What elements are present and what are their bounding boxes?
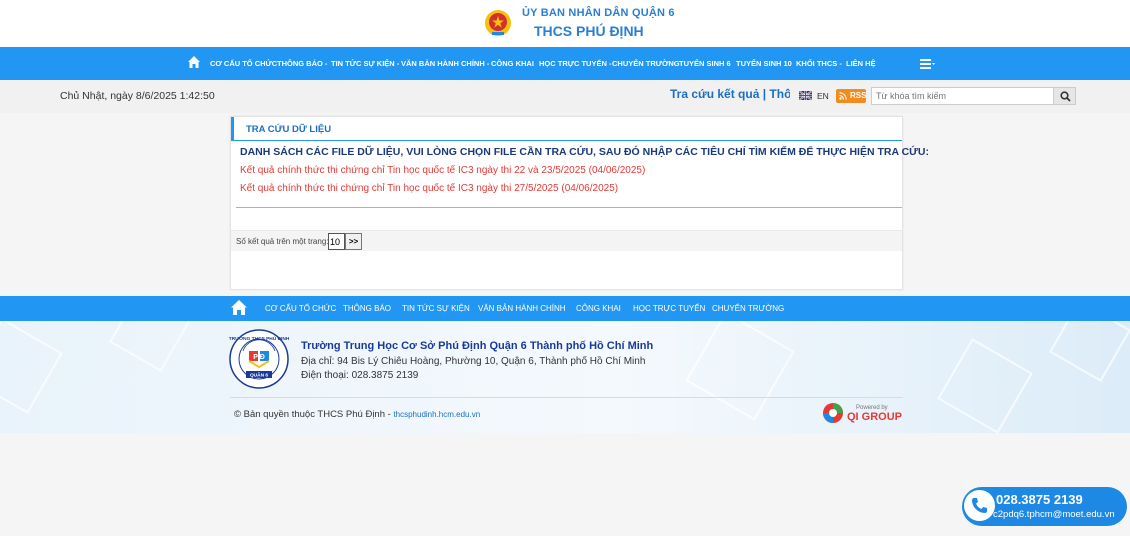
copyright: © Bản quyền thuộc THCS Phú Định - thcsph…: [234, 409, 480, 420]
nav-item-cong-khai[interactable]: CÔNG KHAI: [491, 59, 534, 68]
footer-nav-chuyen-truong[interactable]: CHUYỂN TRƯỜNG: [712, 304, 784, 313]
footer-nav: CƠ CẤU TỔ CHỨC THÔNG BÁO TIN TỨC SỰ KIỆN…: [0, 296, 1130, 321]
copyright-text: © Bản quyền thuộc THCS Phú Định -: [234, 409, 394, 420]
footer-nav-van-ban-hanh-chinh[interactable]: VĂN BẢN HÀNH CHÍNH: [478, 304, 566, 313]
vendor-name[interactable]: QI GROUP: [847, 411, 902, 423]
home-icon[interactable]: [230, 299, 248, 316]
results-per-page-label: Số kết quả trên một trang:: [236, 237, 329, 246]
rss-button[interactable]: RSS: [836, 89, 866, 103]
footer-nav-co-cau-to-chuc[interactable]: CƠ CẤU TỔ CHỨC: [265, 304, 336, 313]
info-bar: Chủ Nhật, ngày 8/6/2025 1:42:50 Tra cứu …: [0, 80, 1130, 113]
org-name: ỦY BAN NHÂN DÂN QUẬN 6: [522, 7, 675, 19]
search-button[interactable]: [1053, 87, 1076, 105]
search-input[interactable]: [871, 87, 1054, 105]
file-link-ic3-27[interactable]: Kết quả chính thức thi chứng chỉ Tin học…: [240, 183, 618, 194]
language-en-link[interactable]: EN: [817, 91, 829, 101]
site-link[interactable]: thcsphudinh.hcm.edu.vn: [393, 410, 480, 419]
footer-divider: [230, 397, 903, 398]
current-datetime: Chủ Nhật, ngày 8/6/2025 1:42:50: [60, 90, 215, 102]
next-page-button[interactable]: >>: [345, 233, 362, 250]
hamburger-icon[interactable]: [920, 59, 935, 69]
background-hexagon: [109, 321, 191, 372]
background-hexagon: [685, 321, 795, 421]
hotline-email[interactable]: c2pdq6.tphcm@moet.edu.vn: [993, 509, 1115, 520]
panel-header: TRA CỨU DỮ LIỆU: [231, 117, 902, 141]
nav-item-lien-he[interactable]: LIÊN HỆ: [846, 59, 876, 68]
phone-icon-circle: [964, 490, 995, 521]
phone-icon: [972, 498, 987, 513]
file-link-ic3-22-23[interactable]: Kết quả chính thức thi chứng chỉ Tin học…: [240, 165, 645, 176]
nav-item-tuyen-sinh-10[interactable]: TUYỂN SINH 10: [736, 59, 792, 68]
footer-nav-cong-khai[interactable]: CÔNG KHAI: [576, 304, 621, 313]
nav-item-co-cau-to-chuc[interactable]: CƠ CẤU TỔ CHỨC: [210, 59, 277, 68]
footer-nav-hoc-truc-tuyen[interactable]: HỌC TRỰC TUYẾN: [633, 304, 705, 313]
file-list-intro: DANH SÁCH CÁC FILE DỮ LIỆU, VUI LÒNG CHỌ…: [240, 146, 929, 158]
pagination-bar: Số kết quả trên một trang: >>: [231, 230, 902, 251]
nav-item-tin-tuc-su-kien[interactable]: TIN TỨC SỰ KIỆN -: [331, 59, 399, 68]
footer-school-name: Trường Trung Học Cơ Sở Phú Định Quận 6 T…: [301, 340, 654, 352]
footer-address: Địa chỉ: 94 Bis Lý Chiêu Hoàng, Phường 1…: [301, 356, 646, 367]
news-ticker[interactable]: Tra cứu kết quả | Thông: [670, 87, 790, 101]
school-name[interactable]: THCS PHÚ ĐỊNH: [534, 23, 644, 39]
footer-phone: Điện thoại: 028.3875 2139: [301, 370, 419, 381]
background-hexagon: [1049, 321, 1130, 382]
panel-title: TRA CỨU DỮ LIỆU: [246, 124, 332, 135]
school-logo: TRƯỜNG THCS PHÚ ĐỊNH P Đ QUẬN 6: [229, 329, 289, 389]
qi-group-logo-icon[interactable]: [822, 402, 844, 424]
footer-nav-tin-tuc-su-kien[interactable]: TIN TỨC SỰ KIỆN: [402, 304, 470, 313]
search-icon: [1060, 91, 1071, 102]
site-header: ỦY BAN NHÂN DÂN QUẬN 6 THCS PHÚ ĐỊNH: [0, 0, 1130, 47]
uk-flag-icon[interactable]: [799, 91, 812, 100]
rss-icon: [839, 92, 847, 100]
footer-nav-thong-bao[interactable]: THÔNG BÁO: [343, 304, 391, 313]
data-lookup-panel: TRA CỨU DỮ LIỆU DANH SÁCH CÁC FILE DỮ LI…: [230, 116, 929, 290]
background-hexagon: [0, 321, 63, 414]
nav-item-tuyen-sinh-6[interactable]: TUYỂN SINH 6: [679, 59, 731, 68]
home-icon[interactable]: [187, 55, 201, 69]
national-emblem-icon: [485, 10, 511, 36]
nav-item-van-ban-hanh-chinh[interactable]: VĂN BẢN HÀNH CHÍNH -: [401, 59, 489, 68]
site-footer: TRƯỜNG THCS PHÚ ĐỊNH P Đ QUẬN 6 Trường T…: [0, 321, 1130, 433]
nav-item-thong-bao[interactable]: THÔNG BÁO -: [277, 59, 327, 68]
nav-item-chuyen-truong[interactable]: CHUYỂN TRƯỜNG: [612, 59, 680, 68]
svg-text:P Đ: P Đ: [253, 354, 265, 361]
divider: [236, 207, 902, 208]
results-per-page-input[interactable]: [328, 233, 345, 250]
hotline-widget[interactable]: 028.3875 2139 c2pdq6.tphcm@moet.edu.vn: [962, 487, 1127, 526]
background-hexagon: [937, 338, 1033, 433]
rss-label: RSS: [850, 91, 867, 100]
main-nav: CƠ CẤU TỔ CHỨC THÔNG BÁO - TIN TỨC SỰ KI…: [0, 47, 1130, 80]
hotline-phone[interactable]: 028.3875 2139: [996, 492, 1083, 507]
nav-item-hoc-truc-tuyen[interactable]: HỌC TRỰC TUYẾN -: [539, 59, 611, 68]
svg-text:QUẬN 6: QUẬN 6: [250, 372, 268, 379]
nav-item-khoi-thcs[interactable]: KHỐI THCS -: [796, 59, 842, 68]
